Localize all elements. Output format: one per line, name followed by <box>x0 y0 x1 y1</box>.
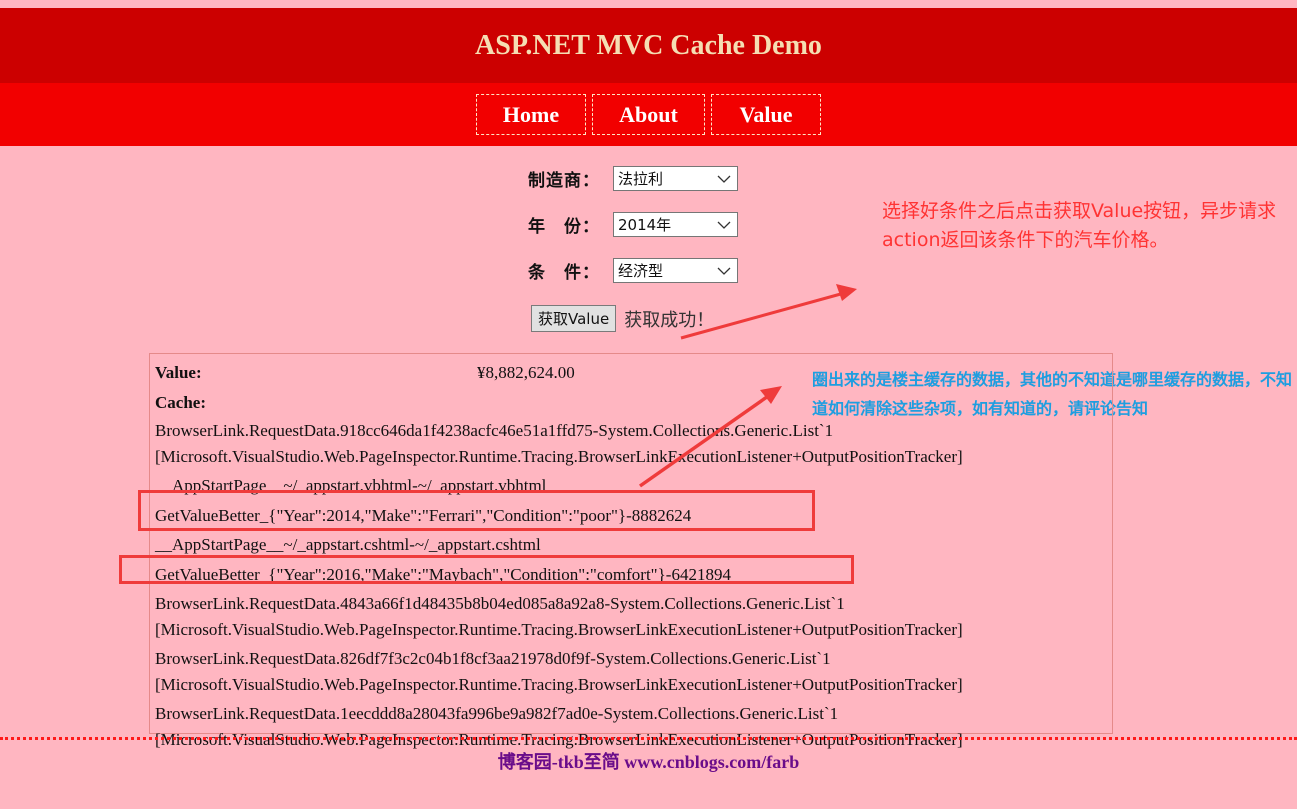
cache-entry-line: BrowserLink.RequestData.4843a66f1d48435b… <box>155 594 845 613</box>
chevron-down-icon <box>717 221 731 229</box>
submit-row: 获取Value 获取成功！ <box>531 305 714 332</box>
year-row: 年 份： 2014年 <box>528 212 738 237</box>
cache-list: BrowserLink.RequestData.918cc646da1f4238… <box>155 418 1107 752</box>
cache-entry-line: BrowserLink.RequestData.1eecddd8a28043fa… <box>155 704 839 723</box>
cache-entry-line: [Microsoft.VisualStudio.Web.PageInspecto… <box>155 674 963 694</box>
nav-home[interactable]: Home <box>476 94 586 135</box>
value-label: Value: <box>155 363 202 383</box>
nav-value[interactable]: Value <box>711 94 821 135</box>
value-row: Value: ¥8,882,624.00 <box>155 358 1107 388</box>
year-select-value: 2014年 <box>618 216 672 234</box>
footer-divider <box>0 737 1297 740</box>
highlight-box-ferrari <box>138 490 815 531</box>
cache-entry: BrowserLink.RequestData.1eecddd8a28043fa… <box>155 701 1107 752</box>
cache-entry: BrowserLink.RequestData.918cc646da1f4238… <box>155 418 1107 469</box>
cache-label: Cache: <box>155 393 206 413</box>
chevron-down-icon <box>717 175 731 183</box>
cache-entry-line: __AppStartPage__~/_appstart.cshtml-~/_ap… <box>155 535 541 554</box>
main-nav: Home About Value <box>0 83 1297 146</box>
condition-row: 条 件： 经济型 <box>528 258 738 283</box>
nav-about[interactable]: About <box>592 94 705 135</box>
status-message: 获取成功！ <box>624 309 715 331</box>
annotation-red-note: 选择好条件之后点击获取Value按钮，异步请求action返回该条件下的汽车价格… <box>882 200 1277 251</box>
make-select[interactable]: 法拉利 <box>613 166 738 191</box>
make-select-value: 法拉利 <box>618 170 664 188</box>
make-row: 制造商： 法拉利 <box>528 166 738 191</box>
top-strip <box>0 0 1297 8</box>
chevron-down-icon <box>717 267 731 275</box>
condition-select-value: 经济型 <box>618 262 664 280</box>
cache-entry: BrowserLink.RequestData.4843a66f1d48435b… <box>155 591 1107 642</box>
make-label: 制造商： <box>528 171 600 191</box>
cache-entry: __AppStartPage__~/_appstart.cshtml-~/_ap… <box>155 532 1107 558</box>
get-value-button[interactable]: 获取Value <box>531 305 617 332</box>
highlight-box-maybach <box>119 555 854 584</box>
result-panel: Value: ¥8,882,624.00 Cache: BrowserLink.… <box>149 353 1113 749</box>
condition-label: 条 件： <box>528 263 600 283</box>
cache-entry-line: [Microsoft.VisualStudio.Web.PageInspecto… <box>155 446 963 466</box>
year-select[interactable]: 2014年 <box>613 212 738 237</box>
footer-credit: 博客园-tkb至简 www.cnblogs.com/farb <box>497 752 800 772</box>
condition-select[interactable]: 经济型 <box>613 258 738 283</box>
site-title: ASP.NET MVC Cache Demo <box>475 29 822 61</box>
cache-entry-line: BrowserLink.RequestData.826df7f3c2c04b1f… <box>155 649 831 668</box>
cache-entry: BrowserLink.RequestData.826df7f3c2c04b1f… <box>155 646 1107 697</box>
value-amount: ¥8,882,624.00 <box>477 363 575 383</box>
cache-entry-line: [Microsoft.VisualStudio.Web.PageInspecto… <box>155 619 963 639</box>
cache-entry-line: BrowserLink.RequestData.918cc646da1f4238… <box>155 421 834 440</box>
year-label: 年 份： <box>528 217 600 237</box>
site-header: ASP.NET MVC Cache Demo <box>0 8 1297 83</box>
